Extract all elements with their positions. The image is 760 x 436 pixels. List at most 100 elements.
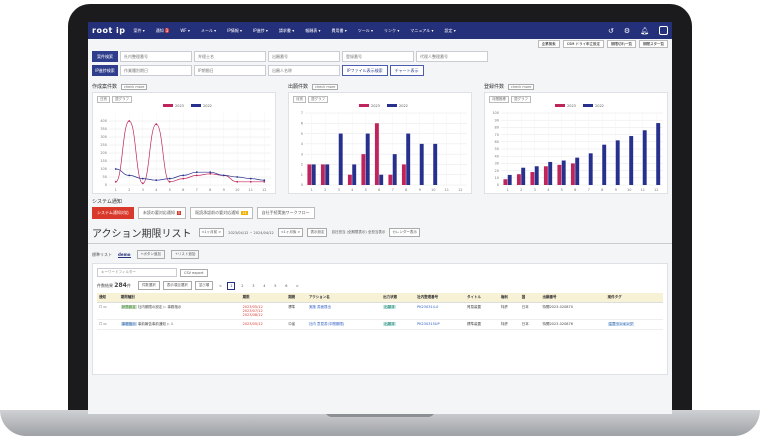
col-docno[interactable]: 社内整理番号 xyxy=(415,293,465,303)
col-period[interactable]: 期間 xyxy=(286,293,307,303)
nav-manual[interactable]: マニュアル ▾ xyxy=(410,28,433,34)
chart-svg-applications: 2023 2022012345671 2 3 4 5 6 7 8 9 10 11 12 xyxy=(301,104,467,192)
action-header: アクション期限リスト <1ヶ月前 > 2023/04/12 ~ 2024/04/… xyxy=(88,225,672,244)
unread-notice-button[interactable]: 未読の要対応通知 5 xyxy=(137,207,187,219)
applicant-input[interactable]: 出願人名称 xyxy=(268,65,340,76)
add-button-tab[interactable]: +ボタン追加 xyxy=(136,250,165,259)
x-tick-label: 1 xyxy=(115,188,117,192)
page-1[interactable]: 1 xyxy=(227,281,236,290)
calendar-button[interactable]: カレンダー表示 xyxy=(389,228,420,237)
nav-links[interactable]: リンク ▾ xyxy=(384,28,399,34)
col-country[interactable]: 国 xyxy=(519,293,541,303)
col-deadline[interactable]: 期限 xyxy=(240,293,287,303)
attorney-input[interactable]: 弁理士名 xyxy=(194,51,266,62)
chart-created: 作成案件数 check more 日別 週グラフ 2023 2022 0 50 100 150… xyxy=(92,83,276,194)
nav-wf[interactable]: WF ▾ xyxy=(180,28,190,33)
nav-ip-info[interactable]: IP情報 ▾ xyxy=(227,28,242,34)
prev-month-button[interactable]: <1ヶ月前 > xyxy=(198,228,225,237)
page-5[interactable]: 5 xyxy=(271,282,279,290)
ip-file-search-button[interactable]: IPファイル表示検索 xyxy=(342,65,388,76)
x-tick-label: 3 xyxy=(142,188,144,192)
x-tick-label: 12 xyxy=(262,188,266,192)
nav-settings[interactable]: 設定 ▾ xyxy=(445,28,456,34)
table-row[interactable]: ☐ ▭ 状態設定 社内期限の設定 ▷ 事務指示 2023/05/12 2023/0… xyxy=(97,302,663,320)
app-logo[interactable]: root ip xyxy=(92,26,126,35)
keyword-filter-input[interactable]: キーワードフィルター xyxy=(97,268,177,277)
assignee-filter[interactable]: 自社担当 (全期限表示) 全担当表示 xyxy=(331,230,385,235)
table-row[interactable]: ☐ ▭ 事務指示 事前報告事前通知 ▷ 1 2023/05/12 中省 社内 意… xyxy=(97,319,663,330)
company-search-button[interactable]: 企業検索 xyxy=(537,40,560,48)
column-select-button[interactable]: 表示項目選択 xyxy=(162,281,192,290)
col-case-tag[interactable]: 案件タグ xyxy=(605,293,663,303)
nav-cost[interactable]: 費用書 ▾ xyxy=(331,28,346,34)
internal-no-input[interactable]: 社内整理番号 xyxy=(120,51,192,62)
registration-no-input[interactable]: 登録番号 xyxy=(342,51,414,62)
next-month-button[interactable]: <1ヶ月後 > xyxy=(277,228,304,237)
chart-show-button[interactable]: チャート表示 xyxy=(389,65,424,76)
system-title: システム通知 xyxy=(92,199,122,205)
nav-ip-progress[interactable]: IP進捗 ▾ xyxy=(253,28,268,34)
system-notice-button[interactable]: システム通知対応 xyxy=(92,207,134,219)
application-no-input[interactable]: 出願番号 xyxy=(268,51,340,62)
action-list-panel: キーワードフィルター CSV export 件数結果 284件 件数選択 表示項… xyxy=(92,263,668,375)
ip-date-input[interactable]: IP期間日 xyxy=(194,65,266,76)
x-tick-label: 11 xyxy=(445,188,449,192)
bar-2022 xyxy=(588,153,593,185)
y-tick-label: 80 xyxy=(495,126,499,130)
period-list-button[interactable]: 期間スタ一覧 xyxy=(639,40,668,48)
page-2[interactable]: 2 xyxy=(238,282,246,290)
csm-settings-button[interactable]: CSM ドライ申立設定 xyxy=(562,40,604,48)
nav-tools[interactable]: ツール ▾ xyxy=(358,28,373,34)
page-6[interactable]: 6 xyxy=(282,282,290,290)
nav-invoice[interactable]: 請求書 ▾ xyxy=(279,28,294,34)
nav-notify[interactable]: 通知 1 xyxy=(156,27,170,34)
check-more-button[interactable]: check more xyxy=(312,83,339,90)
workflow-button[interactable]: 自社手続実施ワークフロー xyxy=(256,207,315,219)
expired-list-button[interactable]: 期限切れ一覧 xyxy=(607,40,636,48)
add-list-tab[interactable]: +リスト追加 xyxy=(170,250,200,259)
y-tick-label: 10 xyxy=(495,176,499,180)
work-date-input[interactable]: 作業種別期日 xyxy=(120,65,192,76)
notice-icon[interactable]: ☐ ▭ xyxy=(97,302,119,320)
tab-standard-list[interactable]: 標準リスト xyxy=(92,252,112,258)
point-2022 xyxy=(114,168,117,170)
page-next[interactable]: > xyxy=(293,282,301,290)
col-notice[interactable]: 通知 xyxy=(97,293,119,303)
tab-demo[interactable]: demo xyxy=(118,252,131,258)
gear-icon[interactable]: ⚙ xyxy=(624,27,630,35)
agent-no-input[interactable]: 代理人整理番号 xyxy=(416,51,488,62)
count-select-button[interactable]: 件数選択 xyxy=(137,281,160,290)
x-tick-label: 10 xyxy=(627,188,631,192)
ip-search-label: IP進捗検索 xyxy=(92,65,118,76)
check-more-button[interactable]: check more xyxy=(121,83,148,90)
unread-badge: 5 xyxy=(176,211,182,215)
nav-mail[interactable]: メール ▾ xyxy=(201,28,216,34)
notice-icon[interactable]: ☐ ▭ xyxy=(97,319,119,330)
csv-export-button[interactable]: CSV export xyxy=(180,268,208,277)
check-more-button[interactable]: check more xyxy=(508,83,535,90)
search-filters: 案件検索 社内整理番号 弁理士名 出願番号 登録番号 代理人整理番号 IP進捗検… xyxy=(88,49,672,81)
col-kind[interactable]: 期限種別 xyxy=(118,293,241,303)
bell-icon[interactable]: 🔔︎ xyxy=(640,27,649,35)
page-3[interactable]: 3 xyxy=(249,282,257,290)
display-settings-button[interactable]: 表示設定 xyxy=(307,228,328,237)
point-2023 xyxy=(141,182,144,185)
col-appno[interactable]: 出願番号 xyxy=(540,293,606,303)
col-state[interactable]: 出力状態 xyxy=(381,293,416,303)
col-action[interactable]: アクション名 xyxy=(306,293,382,303)
chart-card: 月別 週グラフ 2023 2022 0 1 2 3 4 5 6 7 1 2 3 4 5 6 7 8 9 10 11 12 xyxy=(288,92,472,194)
nav-fee-table[interactable]: 報酬表 ▾ xyxy=(305,28,320,34)
point-2022 xyxy=(222,174,225,177)
nav-case[interactable]: 案件 ▾ xyxy=(134,28,145,34)
x-tick-label: 10 xyxy=(431,188,435,192)
history-icon[interactable]: ↺ xyxy=(608,27,614,35)
page-prev[interactable]: < xyxy=(216,282,224,290)
sort-order-button[interactable]: 並び順 xyxy=(194,281,214,290)
col-title[interactable]: タイトル xyxy=(465,293,499,303)
page-4[interactable]: 4 xyxy=(260,282,268,290)
user-icon[interactable] xyxy=(659,26,668,35)
x-tick-label: 12 xyxy=(654,188,658,192)
col-right[interactable]: 権利 xyxy=(498,293,520,303)
bar-2023 xyxy=(401,164,406,185)
pending-approval-button[interactable]: 既読承認前の要対応通知 14 xyxy=(190,207,253,219)
